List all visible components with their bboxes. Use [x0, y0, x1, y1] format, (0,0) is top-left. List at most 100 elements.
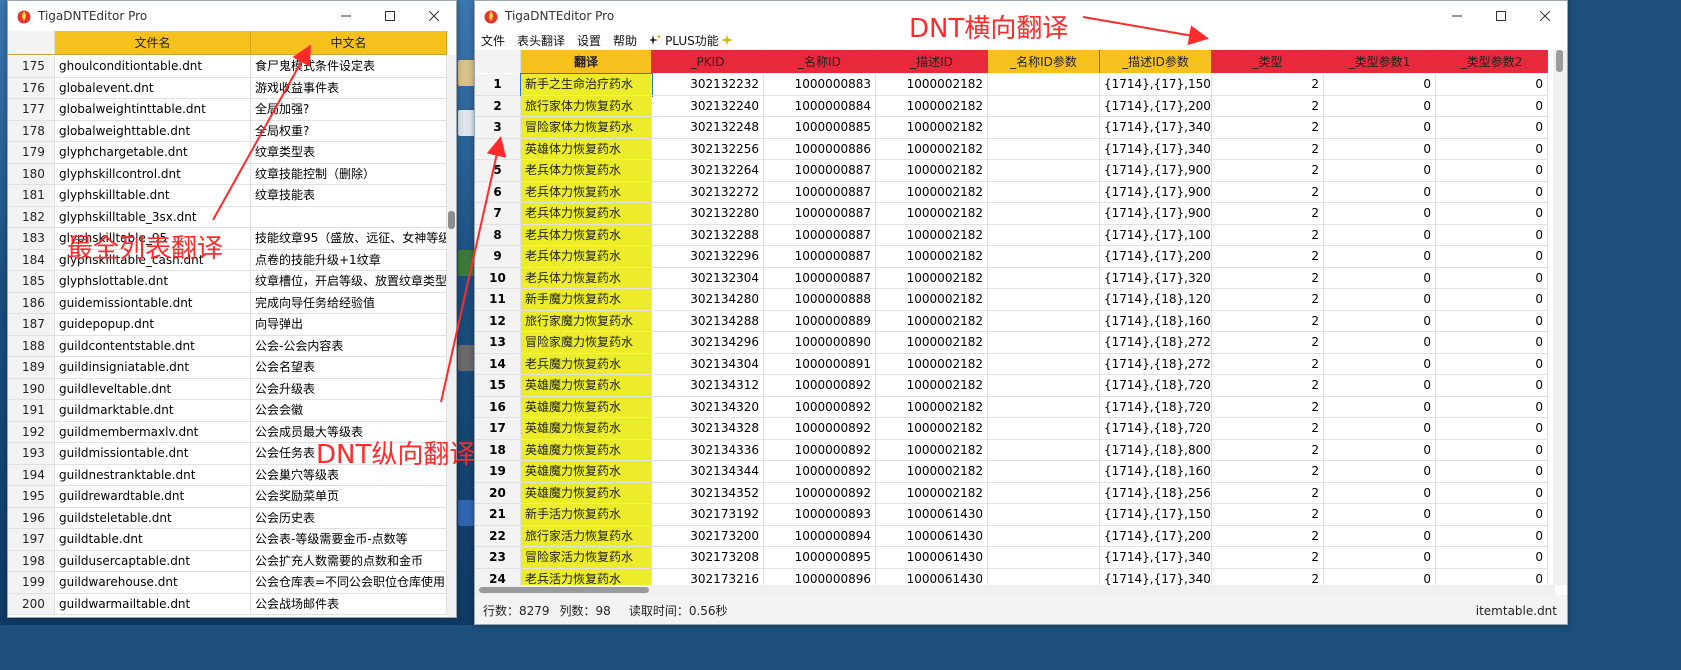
translation-cell[interactable]: 英雄魔力恢复药水	[521, 439, 652, 461]
data-cell[interactable]: 302134304	[652, 353, 764, 375]
data-cell[interactable]: 0	[1324, 461, 1436, 483]
table-row[interactable]: 196 guildsteletable.dnt 公会历史表	[8, 507, 456, 529]
table-row[interactable]: 2 旅行家体力恢复药水 302132240 1000000884 1000002182{…	[475, 95, 1548, 117]
maximize-button[interactable]	[1479, 1, 1523, 31]
translation-cell[interactable]: 新手之生命治疗药水	[520, 73, 653, 97]
close-button[interactable]	[1523, 1, 1567, 31]
table-row[interactable]: 6 老兵体力恢复药水 302132272 1000000887 1000002182 {1…	[475, 181, 1548, 203]
row-number[interactable]: 10	[475, 267, 521, 289]
chinese-name-cell[interactable]: 公会奖励菜单页	[251, 486, 447, 508]
data-cell[interactable]: 0	[1436, 74, 1548, 96]
table-row[interactable]: 178 globalweighttable.dnt 全局权重?	[8, 120, 456, 142]
data-cell[interactable]: 1000002182	[876, 439, 988, 461]
row-number[interactable]: 181	[8, 185, 55, 207]
data-cell[interactable]: 1000002182	[876, 418, 988, 440]
table-row[interactable]: 23 冒险家活力恢复药水 302173208 1000000895 1000061430…	[475, 547, 1548, 569]
row-number[interactable]: 178	[8, 120, 55, 142]
data-cell[interactable]: 2	[1212, 95, 1324, 117]
row-number[interactable]: 23	[475, 547, 521, 569]
data-cell[interactable]	[988, 375, 1100, 397]
menu-header-translate[interactable]: 表头翻译	[511, 32, 571, 49]
table-row[interactable]: 3 冒险家体力恢复药水 302132248 1000000885 1000002182 {…	[475, 117, 1548, 139]
table-row[interactable]: 5 老兵体力恢复药水 302132264 1000000887 1000002182 {1…	[475, 160, 1548, 182]
row-number[interactable]: 183	[8, 228, 55, 250]
menu-settings[interactable]: 设置	[571, 32, 607, 49]
chinese-name-cell[interactable]: 食尸鬼模式条件设定表	[251, 56, 447, 78]
row-number[interactable]: 195	[8, 486, 55, 508]
row-number[interactable]: 182	[8, 206, 55, 228]
data-cell[interactable]: 302173208	[652, 547, 764, 569]
data-cell[interactable]	[988, 568, 1100, 585]
data-cell[interactable]: 0	[1324, 547, 1436, 569]
data-cell[interactable]: 1000002182	[876, 95, 988, 117]
data-cell[interactable]: {1714},{18},2560	[1100, 482, 1212, 504]
row-number[interactable]: 186	[8, 292, 55, 314]
table-row[interactable]: 188 guildcontentstable.dnt 公会-公会内容表	[8, 335, 456, 357]
data-cell[interactable]: {1714},{17},1000	[1100, 224, 1212, 246]
file-name-cell[interactable]: glyphchargetable.dnt	[55, 142, 251, 164]
column-header[interactable]: _描述ID参数	[1100, 50, 1212, 73]
data-cell[interactable]	[988, 74, 1100, 96]
data-cell[interactable]: 1000000896	[764, 568, 876, 585]
data-cell[interactable]: 302134336	[652, 439, 764, 461]
row-number[interactable]: 194	[8, 464, 55, 486]
data-cell[interactable]: 1000000887	[764, 224, 876, 246]
data-cell[interactable]: 302132240	[652, 95, 764, 117]
row-number[interactable]: 185	[8, 271, 55, 293]
data-cell[interactable]: 1000002182	[876, 289, 988, 311]
table-row[interactable]: 12 旅行家魔力恢复药水 302134288 1000000889 1000002182…	[475, 310, 1548, 332]
data-cell[interactable]: 1000002182	[876, 396, 988, 418]
chinese-name-cell[interactable]: 全局加强?	[251, 99, 447, 121]
chinese-name-cell[interactable]: 纹章技能表	[251, 185, 447, 207]
data-cell[interactable]: 0	[1436, 332, 1548, 354]
table-row[interactable]: 22 旅行家活力恢复药水 302173200 1000000894 1000061430…	[475, 525, 1548, 547]
data-cell[interactable]: 1000002182	[876, 482, 988, 504]
row-number[interactable]: 3	[475, 117, 521, 139]
data-cell[interactable]: 1000000887	[764, 246, 876, 268]
data-cell[interactable]: 2	[1212, 418, 1324, 440]
data-cell[interactable]: 1000002182	[876, 246, 988, 268]
table-row[interactable]: 198 guildusercaptable.dnt 公会扩充人数需要的点数和金币	[8, 550, 456, 572]
data-cell[interactable]: 1000000891	[764, 353, 876, 375]
scrollbar-thumb[interactable]	[479, 587, 649, 593]
data-cell[interactable]: 0	[1436, 568, 1548, 585]
data-cell[interactable]: 0	[1324, 375, 1436, 397]
translation-cell[interactable]: 英雄魔力恢复药水	[521, 461, 652, 483]
data-cell[interactable]	[988, 289, 1100, 311]
table-row[interactable]: 200 guildwarmailtable.dnt 公会战场邮件表	[8, 593, 456, 615]
translation-cell[interactable]: 英雄魔力恢复药水	[521, 418, 652, 440]
data-cell[interactable]: 0	[1324, 310, 1436, 332]
chinese-name-cell[interactable]: 纹章槽位，开启等级、放置纹章类型	[251, 271, 447, 293]
data-cell[interactable]: 0	[1324, 95, 1436, 117]
data-cell[interactable]	[988, 160, 1100, 182]
chinese-name-cell[interactable]: 公会仓库表=不同公会职位仓库使用	[251, 572, 447, 594]
column-header[interactable]: _PKID	[652, 50, 764, 73]
column-header-chinese-name[interactable]: 中文名	[251, 31, 447, 55]
table-row[interactable]: 187 guidepopup.dnt 向导弹出	[8, 314, 456, 336]
translation-cell[interactable]: 英雄魔力恢复药水	[521, 482, 652, 504]
data-cell[interactable]: 1000002182	[876, 461, 988, 483]
data-cell[interactable]: 0	[1324, 160, 1436, 182]
data-cell[interactable]	[988, 246, 1100, 268]
data-cell[interactable]: 1000000892	[764, 482, 876, 504]
translation-cell[interactable]: 新手魔力恢复药水	[521, 289, 652, 311]
data-cell[interactable]: 302132272	[652, 181, 764, 203]
data-cell[interactable]: 1000000889	[764, 310, 876, 332]
file-name-cell[interactable]: guildmarktable.dnt	[55, 400, 251, 422]
data-cell[interactable]: 0	[1436, 418, 1548, 440]
translation-cell[interactable]: 英雄魔力恢复药水	[521, 396, 652, 418]
column-header-filename[interactable]: 文件名	[55, 31, 251, 55]
data-cell[interactable]: 1000000894	[764, 525, 876, 547]
table-row[interactable]: 190 guildleveltable.dnt 公会升级表	[8, 378, 456, 400]
table-row[interactable]: 186 guidemissiontable.dnt 完成向导任务给经验值	[8, 292, 456, 314]
data-cell[interactable]: {1714},{17},2000	[1100, 246, 1212, 268]
row-number[interactable]: 175	[8, 56, 55, 78]
data-cell[interactable]	[988, 332, 1100, 354]
data-cell[interactable]: {1714},{17},200	[1100, 95, 1212, 117]
data-cell[interactable]: 0	[1436, 181, 1548, 203]
table-row[interactable]: 7 老兵体力恢复药水 302132280 1000000887 1000002182 {1…	[475, 203, 1548, 225]
column-header[interactable]: _类型参数1	[1324, 50, 1436, 73]
row-number[interactable]: 2	[475, 95, 521, 117]
chinese-name-cell[interactable]: 公会会徽	[251, 400, 447, 422]
file-name-cell[interactable]: globalweighttable.dnt	[55, 120, 251, 142]
